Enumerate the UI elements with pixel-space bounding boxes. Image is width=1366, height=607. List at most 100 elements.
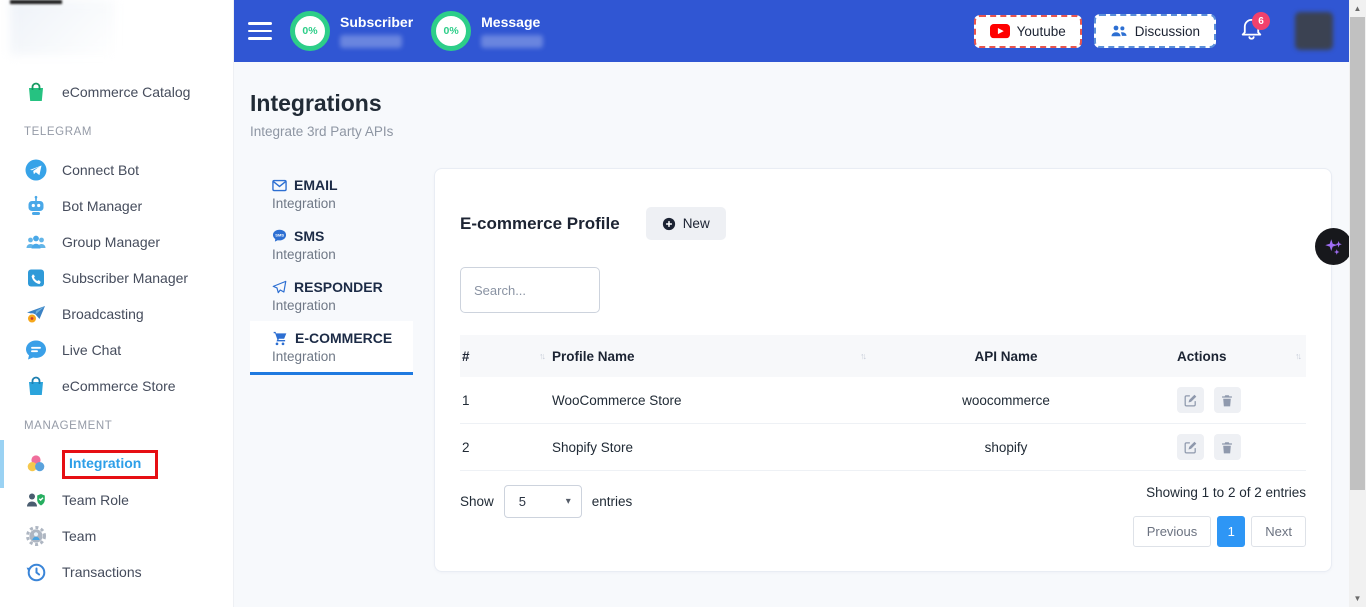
column-header-profile-name[interactable]: Profile Name ↑↓ <box>550 349 871 364</box>
youtube-button[interactable]: Youtube <box>974 15 1082 48</box>
main-content: Integrations Integrate 3rd Party APIs EM… <box>234 62 1349 607</box>
paper-plane-icon <box>272 280 287 294</box>
discussion-button[interactable]: Discussion <box>1094 14 1216 48</box>
edit-pencil-icon <box>1183 393 1198 408</box>
sidebar-item-label: Group Manager <box>62 234 160 250</box>
plus-circle-icon <box>662 217 676 231</box>
entries-select[interactable]: 5 ▾ <box>504 485 582 518</box>
tab-subtitle: Integration <box>272 298 413 313</box>
sidebar-group-telegram: Connect Bot Bot Manager <box>0 152 233 404</box>
tab-title: SMS <box>294 228 324 244</box>
sidebar-item-ecommerce-store[interactable]: eCommerce Store <box>0 368 233 404</box>
sidebar-item-transactions[interactable]: Transactions <box>0 554 233 590</box>
active-indicator-bar <box>0 440 4 488</box>
edit-pencil-icon <box>1183 440 1198 455</box>
subscriber-stat: 0% Subscriber <box>290 11 413 51</box>
new-profile-button[interactable]: New <box>646 207 726 240</box>
sidebar-item-label: Connect Bot <box>62 162 139 178</box>
cell-api-name: shopify <box>871 440 1141 455</box>
scroll-down-arrow[interactable]: ▼ <box>1349 590 1366 607</box>
tab-responder-integration[interactable]: RESPONDER Integration <box>250 270 413 321</box>
sidebar-item-team[interactable]: Team <box>0 518 233 554</box>
column-header-num[interactable]: # ↑↓ <box>460 349 550 364</box>
app-logo[interactable] <box>0 0 233 62</box>
message-stat-value-blurred <box>481 35 543 48</box>
cart-icon <box>272 331 288 346</box>
cell-actions <box>1141 387 1306 413</box>
youtube-button-label: Youtube <box>1017 24 1066 39</box>
annotation-box: Integration <box>62 450 158 479</box>
topbar: 0% Subscriber 0% Message Youtube <box>234 0 1349 62</box>
sidebar-item-team-role[interactable]: Team Role <box>0 482 233 518</box>
sidebar-item-group-manager[interactable]: Group Manager <box>0 224 233 260</box>
integration-subnav: EMAIL Integration SMS SMS Integration <box>250 168 413 375</box>
cell-profile-name: Shopify Store <box>550 440 871 455</box>
tab-sms-integration[interactable]: SMS SMS Integration <box>250 219 413 270</box>
sidebar-item-label: Integration <box>69 455 141 471</box>
store-bag-icon <box>24 374 48 398</box>
cell-api-name: woocommerce <box>871 393 1141 408</box>
people-group-icon <box>24 230 48 254</box>
cell-profile-name: WooCommerce Store <box>550 393 871 408</box>
page-subtitle: Integrate 3rd Party APIs <box>250 124 1332 139</box>
sort-icon[interactable]: ↑↓ <box>860 351 865 361</box>
show-label: Show <box>460 494 494 509</box>
youtube-icon <box>990 24 1010 39</box>
sidebar-item-connect-bot[interactable]: Connect Bot <box>0 152 233 188</box>
sidebar-item-subscriber-manager[interactable]: Subscriber Manager <box>0 260 233 296</box>
column-header-actions[interactable]: Actions ↑↓ <box>1141 349 1306 364</box>
previous-page-button[interactable]: Previous <box>1133 516 1212 547</box>
scrollbar-thumb[interactable] <box>1350 17 1365 490</box>
next-page-button[interactable]: Next <box>1251 516 1306 547</box>
sidebar-item-ecommerce-catalog[interactable]: eCommerce Catalog <box>0 74 233 110</box>
user-avatar[interactable] <box>1295 12 1333 50</box>
scroll-up-arrow[interactable]: ▲ <box>1349 0 1366 17</box>
column-header-api-name[interactable]: API Name <box>871 349 1141 364</box>
sidebar: eCommerce Catalog TELEGRAM Connect Bot <box>0 0 234 607</box>
sidebar-item-label: Subscriber Manager <box>62 270 188 286</box>
edit-button[interactable] <box>1177 434 1204 460</box>
tab-title: RESPONDER <box>294 279 383 295</box>
sidebar-section-telegram: TELEGRAM <box>24 126 233 138</box>
message-stat-label: Message <box>481 14 543 30</box>
telegram-plane-icon <box>24 158 48 182</box>
chevron-down-icon: ▾ <box>566 496 571 507</box>
page-1-button[interactable]: 1 <box>1217 516 1245 547</box>
ai-assistant-button[interactable] <box>1315 228 1352 265</box>
sidebar-item-broadcasting[interactable]: Broadcasting <box>0 296 233 332</box>
entries-label: entries <box>592 494 633 509</box>
tab-ecommerce-integration[interactable]: E-COMMERCE Integration <box>250 321 413 375</box>
pagination: Previous 1 Next <box>1133 516 1306 547</box>
contact-phone-icon <box>24 266 48 290</box>
hamburger-menu-icon[interactable] <box>248 17 272 45</box>
sort-icon[interactable]: ↑↓ <box>539 351 544 361</box>
cell-num: 1 <box>460 393 550 408</box>
sparkles-icon <box>1323 236 1345 258</box>
sidebar-item-label: Team <box>62 528 96 544</box>
logo-darkbar <box>10 0 62 4</box>
sidebar-item-integration[interactable]: Integration <box>0 446 233 482</box>
team-role-shield-icon <box>24 488 48 512</box>
page-title: Integrations <box>250 90 1332 117</box>
subscriber-progress-ring: 0% <box>290 11 330 51</box>
delete-button[interactable] <box>1214 387 1241 413</box>
tab-subtitle: Integration <box>272 349 413 364</box>
discussion-button-label: Discussion <box>1135 24 1200 39</box>
sidebar-item-live-chat[interactable]: Live Chat <box>0 332 233 368</box>
tab-subtitle: Integration <box>272 247 413 262</box>
entries-per-page-group: Show 5 ▾ entries <box>460 485 632 518</box>
edit-button[interactable] <box>1177 387 1204 413</box>
trash-icon <box>1220 393 1234 408</box>
search-input[interactable] <box>460 267 600 313</box>
delete-button[interactable] <box>1214 434 1241 460</box>
broadcast-plane-icon <box>24 302 48 326</box>
profiles-table: # ↑↓ Profile Name ↑↓ API Name Actions <box>460 335 1306 471</box>
subscriber-stat-label: Subscriber <box>340 14 413 30</box>
sort-icon[interactable]: ↑↓ <box>1295 351 1300 361</box>
sidebar-item-bot-manager[interactable]: Bot Manager <box>0 188 233 224</box>
tab-email-integration[interactable]: EMAIL Integration <box>250 168 413 219</box>
ecommerce-profile-card: E-commerce Profile New # ↑↓ <box>434 168 1332 572</box>
sidebar-item-label: eCommerce Store <box>62 378 176 394</box>
notifications-button[interactable]: 6 <box>1240 16 1263 46</box>
shopping-bag-icon <box>24 80 48 104</box>
